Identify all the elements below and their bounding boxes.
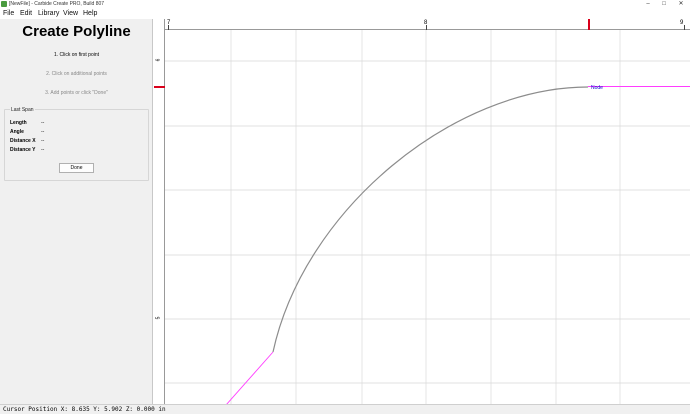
span-row-length: Length -- — [10, 120, 44, 126]
ruler-x-tick — [426, 25, 427, 30]
span-row-distance-y: Distance Y -- — [10, 147, 44, 153]
step-first-point: 1. Click on first point — [53, 52, 100, 58]
window-title: [NewFile] - Carbide Create PRO, Build 80… — [9, 1, 105, 7]
minimize-button[interactable]: – — [642, 0, 654, 9]
ruler-y-label: 5 — [155, 316, 162, 320]
maximize-button[interactable]: □ — [658, 0, 670, 9]
menu-help[interactable]: Help — [83, 9, 97, 19]
horizontal-ruler: 7 8 9 — [154, 19, 690, 30]
ruler-x-tick — [168, 25, 169, 30]
span-label: Angle — [10, 129, 24, 135]
span-label: Distance X — [10, 138, 36, 144]
status-bar: Cursor Position X: 8.635 Y: 5.902 Z: 0.0… — [0, 404, 690, 414]
last-span-legend: Last Span — [10, 107, 35, 113]
span-value: -- — [41, 120, 45, 126]
polyline-arc — [272, 86, 589, 353]
span-value: -- — [41, 129, 45, 135]
span-value: -- — [41, 147, 45, 153]
preview-segment-start — [226, 351, 274, 404]
menu-bar: File Edit Library View Help — [0, 9, 690, 19]
ruler-y-label: 6 — [155, 58, 162, 62]
canvas-plot: Node — [165, 30, 690, 404]
close-button[interactable]: ✕ — [675, 0, 687, 9]
carbide-create-icon — [1, 1, 7, 7]
title-bar: [NewFile] - Carbide Create PRO, Build 80… — [0, 0, 690, 9]
span-row-distance-x: Distance X -- — [10, 138, 44, 144]
create-polyline-panel: Create Polyline 1. Click on first point … — [0, 19, 153, 404]
ruler-x-tick — [684, 25, 685, 30]
span-row-angle: Angle -- — [10, 129, 44, 135]
span-label: Distance Y — [10, 147, 36, 153]
menu-file[interactable]: File — [3, 9, 14, 19]
drawing-canvas[interactable]: Node 7 8 9 6 5 — [154, 19, 690, 404]
cursor-y-marker — [154, 86, 165, 88]
span-value: -- — [41, 138, 45, 144]
menu-edit[interactable]: Edit — [20, 9, 32, 19]
menu-view[interactable]: View — [63, 9, 78, 19]
done-button[interactable]: Done — [59, 163, 94, 173]
node-label: Node — [591, 85, 603, 91]
step-additional-points: 2. Click on additional points — [46, 71, 107, 77]
cursor-position-readout: Cursor Position X: 8.635 Y: 5.902 Z: 0.0… — [3, 406, 166, 413]
menu-library[interactable]: Library — [38, 9, 59, 19]
ruler-x-label: 9 — [680, 20, 684, 26]
vertical-ruler: 6 5 — [154, 19, 165, 404]
span-label: Length — [10, 120, 27, 126]
step-add-or-done: 3. Add points or click "Done" — [45, 90, 108, 96]
cursor-x-marker — [588, 19, 590, 30]
panel-title: Create Polyline — [22, 23, 131, 40]
